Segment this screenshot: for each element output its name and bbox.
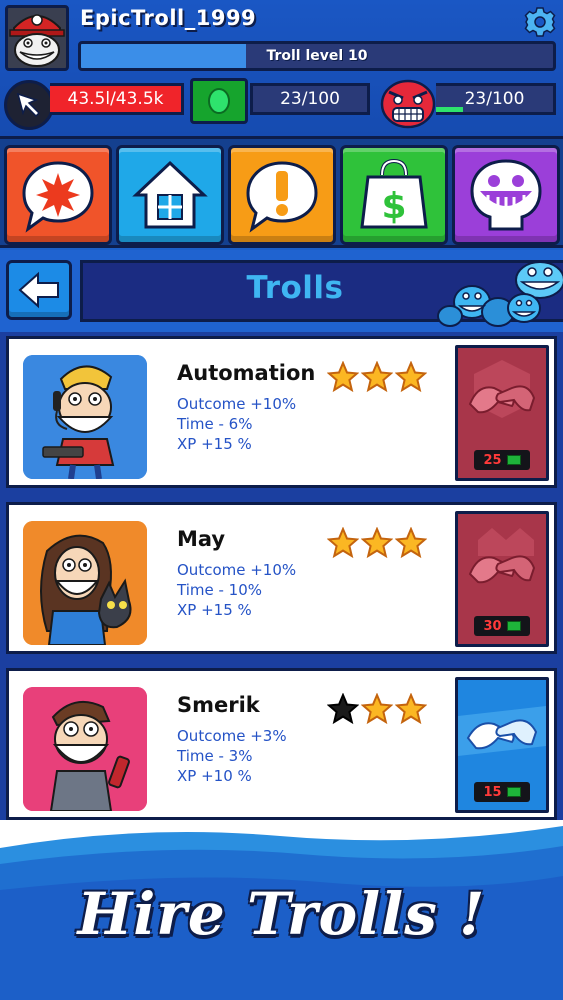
star-filled-icon [395,361,427,393]
troll-portrait-icon [23,521,147,645]
rage-counter: 23/100 [436,83,556,115]
troll-crowd-decoration [437,261,563,327]
rage-value: 23/100 [464,89,525,109]
troll-level-bar: Troll level 10 [78,41,556,71]
cash-counter: 43.5l/43.5k [50,83,184,115]
svg-text:$: $ [381,186,406,227]
category-pranks-button[interactable] [4,145,112,245]
rage-face-icon [380,79,436,129]
star-filled-icon [361,361,393,393]
house-icon [132,160,208,229]
star-filled-icon [361,527,393,559]
troll-outcome: Outcome +10% [177,561,297,579]
category-home-button[interactable] [116,145,224,245]
back-button[interactable] [6,260,72,320]
troll-name: Automation [177,361,316,385]
troll-card-may[interactable]: May Outcome +10% Time - 10% XP +15 % 30 [6,502,557,654]
green-gem-icon [208,88,230,114]
exclamation-bubble-icon [246,161,318,233]
star-filled-icon [395,527,427,559]
star-rating [327,361,431,393]
explosion-bubble-icon [22,161,94,233]
portrait-smerik [23,687,147,811]
gem-icon [506,787,521,797]
rage-progress-fill [436,107,463,112]
cursor-arrow-icon [16,92,41,118]
gem-icon [506,455,521,465]
star-filled-icon [395,693,427,725]
cost-value: 25 [483,452,502,468]
star-rating [327,693,431,725]
top-header: EpicTroll_1999 Troll level 10 43.5l/43.5… [0,0,563,136]
troll-level-label: Troll level 10 [266,48,368,64]
troll-time: Time - 10% [177,581,262,599]
hire-button-locked[interactable]: 30 [455,511,549,647]
money-bag-icon: $ [360,158,428,229]
troll-card-automation[interactable]: Automation Outcome +10% Time - 6% XP +15… [6,336,557,488]
hire-button-locked[interactable]: 25 [455,345,549,481]
troll-time: Time - 6% [177,415,253,433]
cost-badge: 30 [474,616,530,636]
troll-outcome: Outcome +3% [177,727,287,745]
troll-face-icon [470,159,542,231]
troll-xp: XP +10 % [177,767,252,785]
cost-badge: 25 [474,450,530,470]
star-filled-icon [327,527,359,559]
username: EpicTroll_1999 [80,6,257,30]
hire-button[interactable]: 15 [455,677,549,813]
portrait-automation [23,355,147,479]
star-filled-icon [361,693,393,725]
troll-avatar-icon [8,8,66,68]
cost-badge: 15 [474,782,530,802]
cost-value: 30 [483,618,502,634]
star-filled-icon [327,361,359,393]
troll-xp: XP +15 % [177,601,252,619]
troll-outcome: Outcome +10% [177,395,297,413]
handshake-icon [458,706,546,756]
star-empty-icon [327,693,359,725]
troll-name: Smerik [177,693,260,717]
gear-icon[interactable] [524,6,556,38]
player-avatar[interactable] [5,5,69,71]
cost-value: 15 [483,784,502,800]
gem-icon [506,621,521,631]
troll-name: May [177,527,226,551]
troll-xp: XP +15 % [177,435,252,453]
troll-portrait-icon [23,355,147,479]
portrait-may [23,521,147,645]
category-bar: $ [0,136,563,248]
banner-text: Hire Trolls ! [77,880,486,948]
category-alerts-button[interactable] [228,145,336,245]
troll-portrait-icon [23,687,147,811]
handshake-icon [468,360,536,418]
troll-list: Automation Outcome +10% Time - 6% XP +15… [0,332,563,852]
cursor-badge[interactable] [4,80,54,130]
category-shop-button[interactable]: $ [340,145,448,245]
gem-counter: 23/100 [250,83,370,115]
category-trolls-button[interactable] [452,145,560,245]
troll-time: Time - 3% [177,747,253,765]
handshake-icon [468,528,536,584]
gem-button[interactable] [190,78,248,124]
troll-card-smerik[interactable]: Smerik Outcome +3% Time - 3% XP +10 % 15 [6,668,557,820]
star-rating [327,527,431,559]
arrow-left-icon [18,271,59,309]
